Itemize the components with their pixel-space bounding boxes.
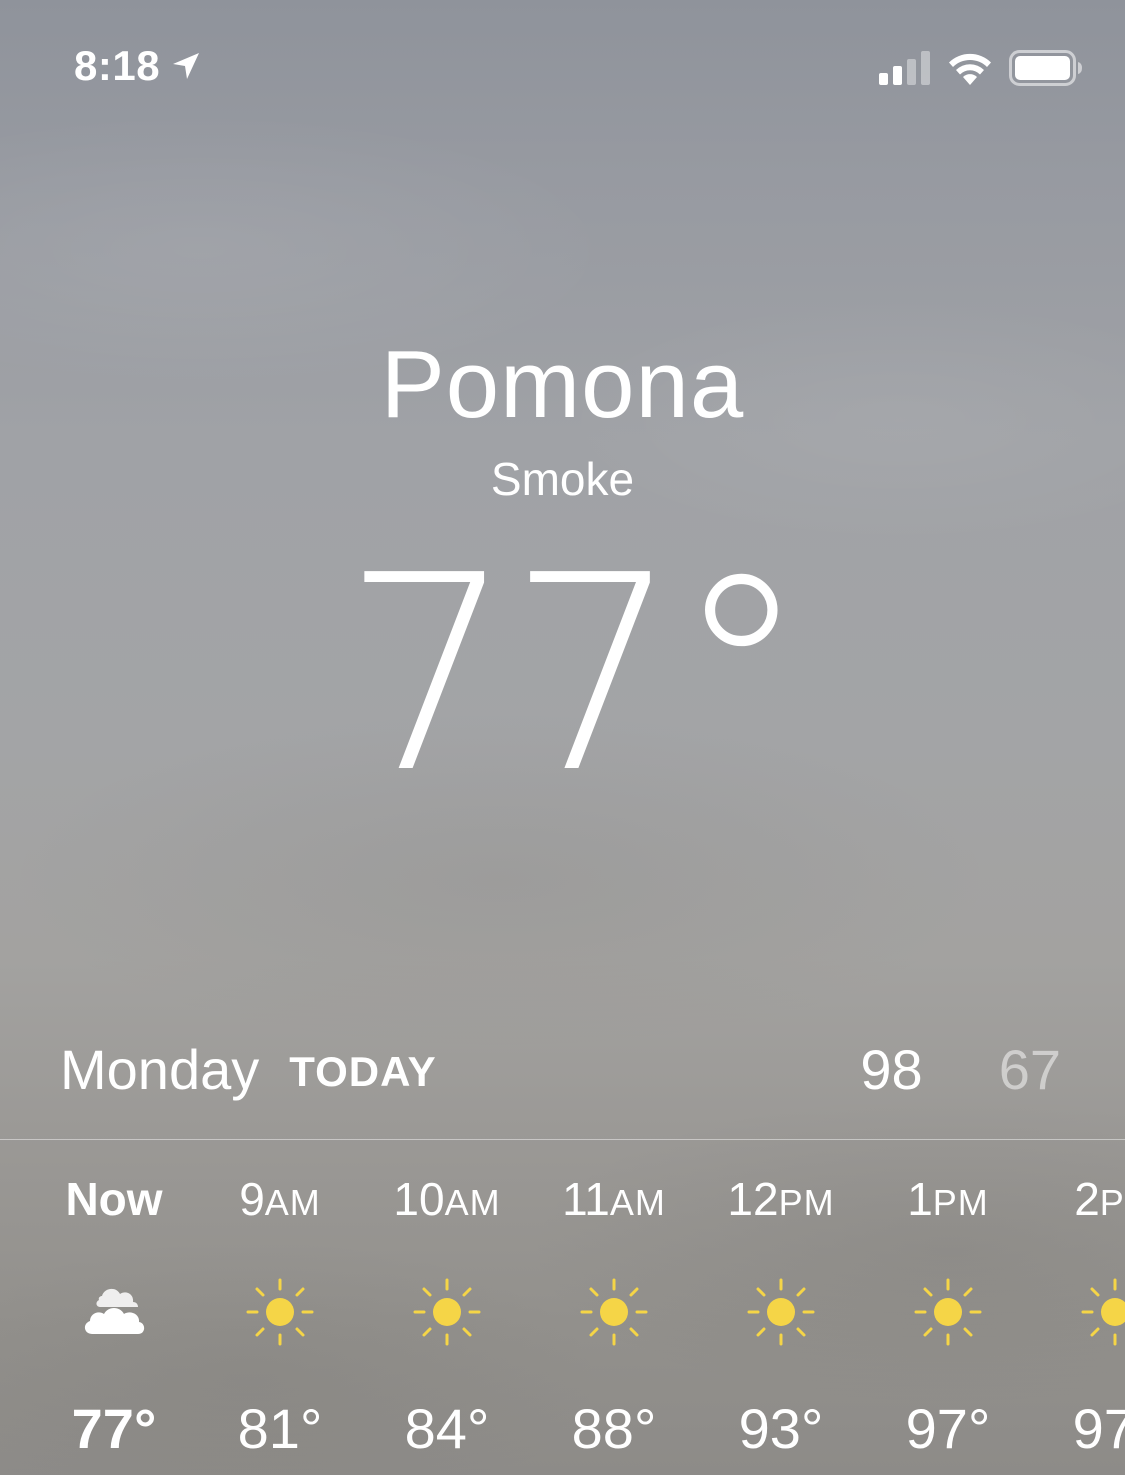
location-arrow-icon [173, 53, 200, 79]
hour-column: 9AM 81° [196, 1160, 364, 1475]
hour-temperature: 88° [571, 1397, 657, 1460]
today-summary-row: Monday TODAY 98 67 [60, 1034, 1061, 1104]
city-name: Pomona [380, 331, 745, 438]
hour-temperature: 93° [738, 1397, 824, 1460]
hour-temperature: 97° [1072, 1397, 1125, 1460]
hour-label: 12PM [727, 1173, 835, 1225]
hour-label: 10AM [393, 1173, 501, 1225]
sun-icon [413, 1278, 481, 1346]
day-name: Monday [60, 1037, 260, 1101]
hour-column: 2PM 97° [1031, 1160, 1125, 1475]
clock-time: 8:18 [74, 42, 161, 89]
low-temperature: 67 [998, 1037, 1061, 1101]
battery-icon [1009, 50, 1082, 86]
hour-column: 10AM 84° [363, 1160, 531, 1475]
today-label: TODAY [289, 1048, 437, 1095]
hour-column: 11AM 88° [530, 1160, 698, 1475]
hour-temperature: 77° [71, 1397, 157, 1460]
hour-label: 9AM [239, 1173, 321, 1225]
hour-temperature: 84° [404, 1397, 490, 1460]
high-low: 98 67 [860, 1037, 1061, 1102]
sun-icon [747, 1278, 815, 1346]
status-bar-time: 8:18 [74, 42, 202, 90]
sun-icon [580, 1278, 648, 1346]
hour-label: 1PM [907, 1173, 989, 1225]
hour-label: Now [65, 1173, 163, 1225]
hour-label: 2PM [1074, 1173, 1125, 1225]
high-temperature: 98 [860, 1037, 923, 1101]
current-temperature: 77° [342, 517, 809, 832]
cellular-signal-icon [879, 51, 930, 85]
wifi-icon [949, 53, 991, 85]
sun-icon [1081, 1278, 1125, 1346]
sun-icon [246, 1278, 314, 1346]
hour-column: Now 77° [30, 1160, 198, 1475]
hour-temperature: 97° [905, 1397, 991, 1460]
hour-temperature: 81° [237, 1397, 323, 1460]
cloud-icon [84, 1288, 145, 1334]
divider [0, 1139, 1125, 1140]
hour-label: 11AM [562, 1173, 666, 1225]
hour-column: 12PM 93° [697, 1160, 865, 1475]
hour-column: 1PM 97° [864, 1160, 1032, 1475]
sun-icon [914, 1278, 982, 1346]
weather-condition: Smoke [490, 453, 635, 505]
status-bar-indicators [879, 50, 1083, 86]
hourly-forecast[interactable]: Now 77° 9AM 81° 10AM 84° 11AM 88° 12PM 9… [0, 1160, 1125, 1475]
